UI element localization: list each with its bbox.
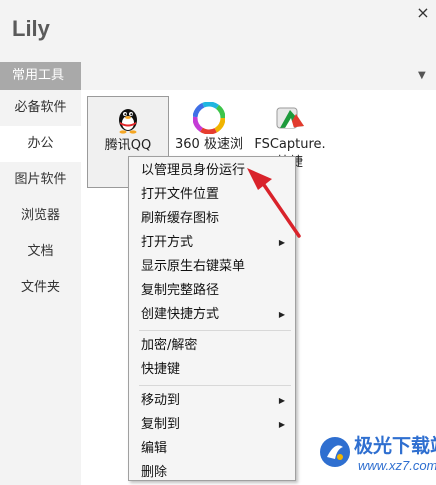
group-header[interactable]: 常用工具 [0,62,81,90]
menu-item-create-shortcut[interactable]: 创建快捷方式 ▶ [129,303,295,327]
menu-item-open-with[interactable]: 打开方式 ▶ [129,231,295,255]
menu-item-encrypt-decrypt[interactable]: 加密/解密 [129,334,295,358]
menu-item-label: 加密/解密 [141,338,198,353]
chevron-right-icon: ▶ [278,420,285,429]
sidebar-item-office[interactable]: 办公 [0,126,81,162]
menu-item-label: 打开文件位置 [141,187,220,202]
menu-item-copy-to[interactable]: 复制到 ▶ [129,413,295,437]
group-bar [81,62,436,90]
menu-item-open-file-location[interactable]: 打开文件位置 [129,183,295,207]
fscapture-icon [276,107,304,129]
menu-item-show-native-menu[interactable]: 显示原生右键菜单 [129,255,295,279]
watermark: 极光下载站 www.xz7.com [318,431,436,483]
chevron-down-icon[interactable]: ▼ [418,66,426,86]
chevron-right-icon: ▶ [278,396,285,405]
360-browser-icon [193,102,225,134]
sidebar-item-image[interactable]: 图片软件 [0,162,81,198]
context-menu: 以管理员身份运行 打开文件位置 刷新缓存图标 打开方式 ▶ 显示原生右键菜单 复制… [128,156,296,481]
menu-item-label: 编辑 [141,441,168,456]
menu-item-move-to[interactable]: 移动到 ▶ [129,389,295,413]
menu-item-run-as-admin[interactable]: 以管理员身份运行 [129,159,295,183]
watermark-url: www.xz7.com [358,458,436,473]
menu-separator [139,330,291,331]
close-icon[interactable]: × [412,2,434,24]
app-label: 360 极速浏 [175,137,243,152]
sidebar-item-folder[interactable]: 文件夹 [0,270,81,306]
aurora-logo-icon [320,437,350,467]
qq-penguin-icon [119,109,137,134]
chevron-right-icon: ▶ [278,310,285,319]
sidebar-item-browser[interactable]: 浏览器 [0,198,81,234]
watermark-name: 极光下载站 [354,435,436,457]
sidebar: 必备软件 办公 图片软件 浏览器 文档 文件夹 [0,90,81,306]
menu-item-refresh-icon-cache[interactable]: 刷新缓存图标 [129,207,295,231]
app-label: 腾讯QQ [104,138,152,153]
menu-item-label: 创建快捷方式 [141,307,220,322]
menu-item-hotkey[interactable]: 快捷键 [129,358,295,382]
menu-item-delete[interactable]: 删除 [129,461,295,485]
menu-item-label: 打开方式 [141,235,194,250]
menu-item-label: 复制完整路径 [141,283,220,298]
sidebar-item-document[interactable]: 文档 [0,234,81,270]
menu-item-label: 快捷键 [141,362,181,377]
app-title: Lily [12,16,50,41]
sidebar-item-essential[interactable]: 必备软件 [0,90,81,126]
menu-item-edit[interactable]: 编辑 [129,437,295,461]
chevron-right-icon: ▶ [278,238,285,247]
menu-item-copy-full-path[interactable]: 复制完整路径 [129,279,295,303]
menu-item-label: 以管理员身份运行 [141,163,246,178]
menu-item-label: 移动到 [141,393,181,408]
menu-item-label: 删除 [141,465,168,480]
menu-item-label: 显示原生右键菜单 [141,259,246,274]
menu-item-label: 刷新缓存图标 [141,211,220,226]
menu-item-label: 复制到 [141,417,181,432]
menu-separator [139,385,291,386]
